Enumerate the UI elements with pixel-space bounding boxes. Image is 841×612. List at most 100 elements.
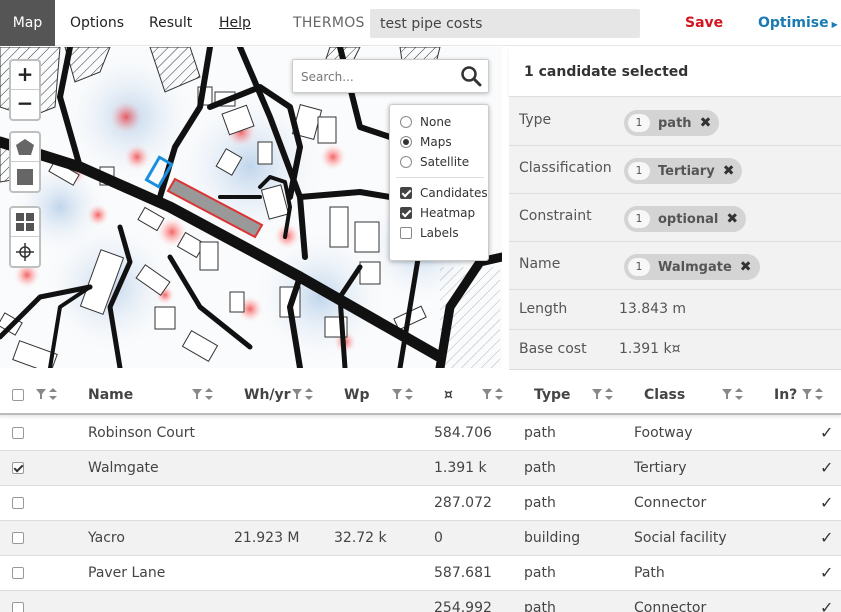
checkbox-labels[interactable] [400,227,412,239]
radio-none[interactable] [400,116,412,128]
row-checkbox[interactable] [12,567,24,579]
cell-class: Footway [634,425,693,441]
sort-icon [205,388,213,400]
polygon-icon [16,139,34,155]
sort-icon [305,388,313,400]
overlay-candidates-option[interactable]: Candidates [400,184,488,202]
column-controls[interactable] [592,388,613,400]
tab-options[interactable]: Options [70,0,124,46]
layer-maps-option[interactable]: Maps [400,133,452,151]
row-checkbox[interactable] [12,497,24,509]
candidates-table: Name Wh/yr Wp ¤ Type Class In? Robinson … [0,374,841,612]
locate-button[interactable] [11,237,39,266]
play-triangle-icon: ▶ [831,20,838,29]
table-row[interactable]: Yacro 21.923 M 32.72 k 0 building Social… [0,521,841,556]
grid-icon [16,213,34,231]
overlay-labels-option[interactable]: Labels [400,224,459,242]
cell-type: path [524,460,556,476]
close-icon[interactable]: ✖ [740,259,752,275]
cell-cost: 287.072 [434,495,492,511]
tab-help[interactable]: Help [219,0,251,46]
check-mark-icon: ✓ [820,528,834,547]
check-mark-icon: ✓ [820,458,834,477]
column-controls[interactable] [36,388,57,400]
table-row[interactable]: Paver Lane 587.681 path Path ✓ [0,556,841,591]
overlay-candidates-label: Candidates [420,186,488,200]
cell-name: Yacro [88,530,125,546]
table-header: Name Wh/yr Wp ¤ Type Class In? [0,374,841,415]
tab-result[interactable]: Result [149,0,192,46]
table-row[interactable]: Robinson Court 584.706 path Footway ✓ [0,416,841,451]
project-name-input[interactable] [370,9,640,38]
layer-switcher: None Maps Satellite Candidates Heatmap L… [389,104,489,261]
table-row[interactable]: 287.072 path Connector ✓ [0,486,841,521]
cell-cost: 254.992 [434,600,492,612]
draw-polygon-button[interactable] [11,133,39,162]
close-icon[interactable]: ✖ [700,115,712,131]
filter-icon [592,389,602,399]
cell-cost: 1.391 k [434,460,487,476]
table-row[interactable]: 254.992 path Connector ✓ [0,591,841,612]
layer-maps-label: Maps [420,135,452,149]
map-tools [9,206,41,268]
checkbox-heatmap[interactable] [400,207,412,219]
column-controls[interactable] [482,388,503,400]
column-controls[interactable] [802,388,823,400]
filter-chip-name: 1 Walmgate ✖ [624,254,760,280]
check-mark-icon: ✓ [820,423,834,442]
property-label: Base cost [519,341,587,357]
row-checkbox[interactable] [12,602,24,612]
map-search-input[interactable] [301,66,451,88]
cell-class: Connector [634,495,707,511]
select-all-checkbox[interactable] [12,389,24,401]
overlay-heatmap-label: Heatmap [420,206,476,220]
row-checkbox[interactable] [12,462,24,474]
zoom-in-button[interactable]: + [11,61,39,90]
map-view[interactable]: + − None Maps Satellite Candidates Heatm… [0,47,502,368]
row-checkbox[interactable] [12,427,24,439]
save-button[interactable]: Save [685,0,723,46]
column-header-wh-yr[interactable]: Wh/yr [244,387,291,403]
column-header-in[interactable]: In? [774,387,797,403]
column-header-cost[interactable]: ¤ [444,387,453,403]
column-header-type[interactable]: Type [534,387,571,403]
layer-satellite-option[interactable]: Satellite [400,153,469,171]
column-header-class[interactable]: Class [644,387,685,403]
row-checkbox[interactable] [12,532,24,544]
zoom-out-button[interactable]: − [11,90,39,119]
property-label: Type [519,112,552,128]
column-controls[interactable] [192,388,213,400]
property-value: 13.843 m [619,301,687,317]
selection-header: 1 candidate selected [509,47,841,97]
cell-type: path [524,495,556,511]
layer-none-option[interactable]: None [400,113,451,131]
overlay-heatmap-option[interactable]: Heatmap [400,204,475,222]
sort-icon [605,388,613,400]
checkbox-candidates[interactable] [400,187,412,199]
grid-button[interactable] [11,208,39,237]
column-header-wp[interactable]: Wp [344,387,369,403]
column-header-name[interactable]: Name [88,387,133,403]
table-row[interactable]: Walmgate 1.391 k path Tertiary ✓ [0,451,841,486]
column-controls[interactable] [392,388,413,400]
crosshair-icon [16,242,34,261]
tab-map[interactable]: Map [0,0,55,46]
cell-cost: 0 [434,530,443,546]
property-value: 1.391 k¤ [619,341,681,357]
chip-value: optional [658,211,719,227]
column-controls[interactable] [292,388,313,400]
cell-name: Walmgate [88,460,159,476]
filter-chip-constraint: 1 optional ✖ [624,206,747,232]
filter-icon [392,389,402,399]
radio-satellite[interactable] [400,156,412,168]
column-controls[interactable] [722,388,743,400]
draw-rectangle-button[interactable] [11,162,39,191]
filter-icon [192,389,202,399]
close-icon[interactable]: ✖ [723,163,735,179]
optimise-button[interactable]: Optimise ▶ [758,0,838,48]
search-icon[interactable] [460,65,482,87]
close-icon[interactable]: ✖ [726,211,738,227]
cell-type: path [524,600,556,612]
radio-maps[interactable] [400,136,412,148]
filter-icon [292,389,302,399]
